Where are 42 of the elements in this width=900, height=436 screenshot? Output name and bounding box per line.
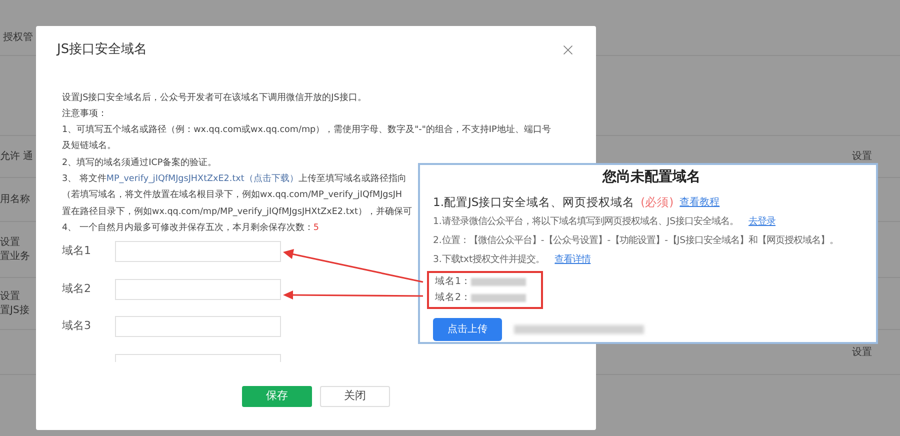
domain-field[interactable] — [115, 241, 281, 262]
notice-text: 注意事项： — [62, 108, 107, 119]
close-button[interactable]: 关闭 — [320, 386, 390, 408]
upload-button[interactable]: 点击上传 — [433, 318, 502, 342]
step-text: 1.请登录微信公众平台，将以下域名填写到网页授权域名、JS接口安全域名。 — [433, 215, 739, 230]
field-label: 域名1 — [62, 243, 92, 260]
dialog-title: JS接口安全域名 — [57, 41, 148, 59]
domain-label: 域名1： — [435, 275, 472, 289]
row-label: 允许 通 — [0, 150, 34, 164]
notice-text: 及短链域名。 — [62, 141, 116, 152]
row-label: 设置 — [0, 236, 21, 250]
download-link[interactable]: MP_verify_jIQfMJgsJHXtZxE2.txt（点击下载） — [106, 174, 298, 184]
notice-text: 3、 将文件 — [62, 174, 106, 184]
notice-text: 上传至填写域名或路径指向 — [298, 174, 406, 184]
domain-field[interactable] — [115, 278, 281, 300]
save-button[interactable]: 保存 — [242, 386, 312, 408]
remaining-count: 5 — [313, 222, 320, 233]
settings-link[interactable]: 设置 — [852, 344, 872, 360]
field-label: 域名3 — [62, 318, 92, 334]
domain-label: 域名2： — [435, 291, 472, 306]
section-heading: 1.配置JS接口安全域名、网页授权域名 — [433, 194, 635, 211]
settings-link[interactable]: 设置 — [852, 149, 872, 164]
callout-title: 您尚未配置域名 — [602, 168, 700, 187]
tab-label[interactable]: 授权管 — [3, 30, 33, 45]
row-label: 置JS接 — [0, 304, 30, 318]
row-label: 用名称 — [0, 192, 31, 206]
notice-text: 2、填写的域名须通过ICP备案的验证。 — [62, 158, 217, 168]
notice-text: （若填写域名，将文件放置在域名根目录下，例如wx.qq.com/MP_verify_jIQfMJgsJH — [62, 190, 402, 200]
domain-field[interactable] — [115, 316, 281, 338]
step-text: 2.位置：【微信公众平台】-【公众号设置】-【功能设置】-【JS接口安全域名】和【网页授权域名】。 — [433, 234, 839, 248]
row-label: 设置 — [0, 290, 21, 304]
tutorial-link[interactable]: 查看教程 — [680, 195, 720, 210]
notice-text: 1、可填写五个域名或路径（例：wx.qq.com或wx.qq.com/mp），需使用字母、数字及"-"的组合，不支持IP地址、端口号 — [62, 125, 551, 136]
row-label: 置业务 — [0, 250, 31, 264]
step-link[interactable]: 查看详情 — [554, 252, 591, 268]
field-label: 域名2 — [62, 280, 92, 297]
notice-text: 置在路径目录下，例如wx.qq.com/mp/MP_verify_jIQfMJgsJHXtZxE2.txt），并确保可 — [62, 206, 412, 217]
notice-text: 设置JS接口安全域名后，公众号开发者可在该域名下调用微信开放的JS接口。 — [62, 92, 366, 102]
step-text: 3.下载txt授权文件并提交。 — [433, 253, 545, 268]
required-tag: (必须) — [640, 194, 674, 212]
notice-text: 4、 一个自然月内最多可修改并保存五次，本月剩余保存次数： — [62, 222, 314, 233]
step-link[interactable]: 去登录 — [748, 214, 776, 230]
